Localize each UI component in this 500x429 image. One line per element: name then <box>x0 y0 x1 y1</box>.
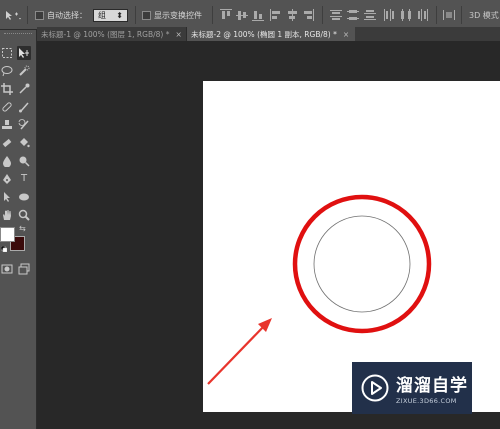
annotation-arrow <box>207 318 272 385</box>
red-ring-shape <box>292 194 432 334</box>
play-logo-icon <box>361 374 389 402</box>
watermark-url-text: ZIXUE.3D66.COM <box>396 397 457 405</box>
watermark-logo: 溜溜自学 ZIXUE.3D66.COM <box>352 362 472 414</box>
watermark-chinese-text: 溜溜自学 <box>396 376 468 396</box>
inner-ellipse-shape <box>313 215 411 313</box>
